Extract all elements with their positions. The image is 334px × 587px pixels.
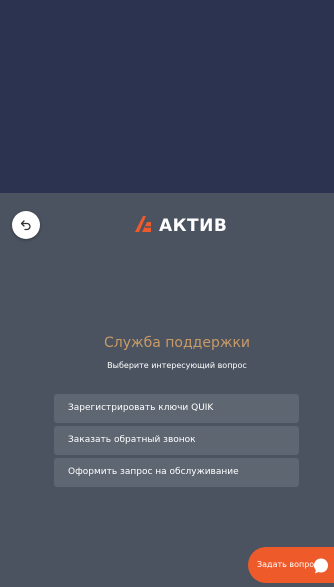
support-options-list: Зарегистрировать ключи QUIK Заказать обр… bbox=[54, 394, 299, 490]
aktiv-logo-icon bbox=[133, 214, 153, 238]
top-dark-area bbox=[0, 0, 334, 193]
support-subtitle: Выберите интересующий вопрос bbox=[107, 361, 247, 370]
ask-question-label: Задать вопрос bbox=[257, 560, 319, 569]
undo-arrow-icon bbox=[20, 216, 32, 235]
option-order-callback[interactable]: Заказать обратный звонок bbox=[54, 426, 299, 455]
chat-bubble-icon[interactable] bbox=[313, 558, 329, 574]
aktiv-logo: АКТИВ bbox=[133, 216, 227, 236]
support-panel bbox=[0, 193, 334, 587]
logo-text: АКТИВ bbox=[159, 216, 228, 236]
back-button[interactable] bbox=[12, 211, 40, 239]
option-service-request[interactable]: Оформить запрос на обслуживание bbox=[54, 458, 299, 487]
option-register-quik-keys[interactable]: Зарегистрировать ключи QUIK bbox=[54, 394, 299, 423]
support-title: Служба поддержки bbox=[103, 335, 251, 351]
